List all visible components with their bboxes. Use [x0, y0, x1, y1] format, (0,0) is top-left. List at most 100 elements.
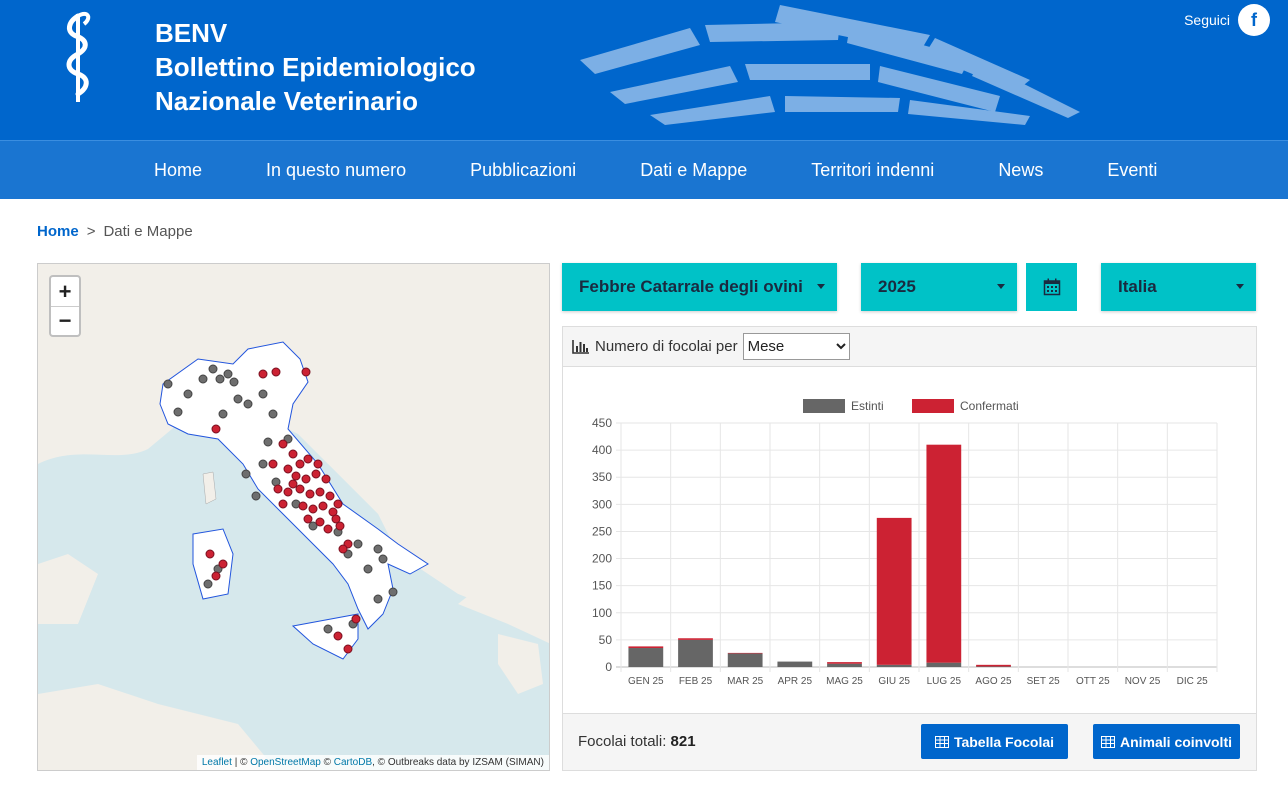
x-tick-label: OTT 25	[1076, 676, 1110, 687]
nav-item-home[interactable]: Home	[154, 160, 202, 181]
x-tick-label: APR 25	[778, 676, 813, 687]
chevron-down-icon	[817, 284, 825, 289]
y-tick-label: 0	[605, 660, 612, 674]
x-tick-label: LUG 25	[927, 676, 962, 687]
map-canvas	[38, 264, 549, 770]
site-title[interactable]: BENV Bollettino Epidemiologico Nazionale…	[155, 16, 476, 118]
animals-involved-label: Animali coinvolti	[1119, 733, 1232, 750]
y-tick-label: 400	[592, 443, 612, 457]
site-title-line1: BENV	[155, 18, 228, 48]
table-outbreaks-label: Tabella Focolai	[953, 733, 1055, 750]
nav-item-in-questo-numero[interactable]: In questo numero	[266, 160, 406, 181]
zoom-in-button[interactable]: +	[51, 277, 79, 306]
attribution-rest: , © Outbreaks data by IZSAM (SIMAN)	[372, 757, 544, 768]
x-tick-label: GEN 25	[628, 676, 664, 687]
animals-involved-button[interactable]: Animali coinvolti	[1093, 724, 1240, 759]
bar-estinti	[727, 653, 763, 667]
bar-confermati	[678, 638, 713, 640]
x-tick-label: FEB 25	[679, 676, 713, 687]
y-tick-label: 450	[592, 416, 612, 430]
outbreaks-bar-chart: 0 50 100 150 200 250 300 350 400 450 GEN 25 FEB 25 M…	[592, 399, 1218, 687]
bar-confermati	[827, 662, 862, 664]
bar-confermati	[876, 517, 912, 665]
parliament-decor-icon	[580, 5, 1080, 125]
bar-estinti	[678, 639, 713, 667]
bar-estinti	[777, 661, 813, 667]
site-header: BENV Bollettino Epidemiologico Nazionale…	[0, 0, 1288, 140]
map-zoom-control: + −	[49, 275, 81, 337]
nav-item-dati-e-mappe[interactable]: Dati e Mappe	[640, 160, 747, 181]
nav-item-news[interactable]: News	[998, 160, 1043, 181]
leaflet-link[interactable]: Leaflet	[202, 757, 232, 768]
totals-value: 821	[670, 733, 696, 750]
nav-item-pubblicazioni[interactable]: Pubblicazioni	[470, 160, 576, 181]
carto-link[interactable]: CartoDB	[334, 757, 372, 768]
legend-swatch	[803, 399, 845, 413]
social-follow: Seguici f	[1184, 4, 1270, 36]
bar-confermati	[727, 652, 763, 654]
totals: Focolai totali: 821	[578, 733, 696, 750]
attribution-copy: ©	[323, 757, 331, 768]
bar-chart-icon	[572, 340, 589, 354]
bar-estinti	[827, 663, 862, 667]
table-icon	[934, 735, 949, 748]
bar-estinti	[628, 648, 664, 667]
site-title-line3: Nazionale Veterinario	[155, 86, 418, 116]
nav-item-territori-indenni[interactable]: Territori indenni	[811, 160, 934, 181]
bar-estinti	[876, 664, 912, 667]
x-tick-label: MAR 25	[727, 676, 764, 687]
chart-panel-footer: Focolai totali: 821 Tabella Focolai Anim…	[563, 713, 1256, 770]
attribution-sep: | ©	[234, 757, 248, 768]
x-tick-label: GIU 25	[878, 676, 910, 687]
site-title-line2: Bollettino Epidemiologico	[155, 52, 476, 82]
caduceus-logo-icon[interactable]	[58, 10, 98, 106]
year-select[interactable]: 2025	[861, 263, 1017, 311]
zoom-out-button[interactable]: −	[51, 306, 79, 335]
x-tick-label: AGO 25	[975, 676, 1012, 687]
social-label: Seguici	[1184, 12, 1230, 28]
table-outbreaks-button[interactable]: Tabella Focolai	[921, 724, 1068, 759]
facebook-icon[interactable]: f	[1238, 4, 1270, 36]
x-tick-label: MAG 25	[826, 676, 863, 687]
osm-link[interactable]: OpenStreetMap	[250, 757, 321, 768]
bar-confermati	[628, 646, 664, 649]
y-tick-label: 100	[592, 606, 612, 620]
chevron-down-icon	[997, 284, 1005, 289]
calendar-button[interactable]	[1026, 263, 1077, 311]
bar-confermati	[926, 444, 962, 663]
bar-estinti	[976, 666, 1011, 667]
breadcrumb: Home > Dati e Mappe	[37, 223, 193, 240]
main-nav: Home In questo numero Pubblicazioni Dati…	[0, 140, 1288, 199]
breadcrumb-current: Dati e Mappe	[103, 223, 193, 240]
y-tick-label: 50	[599, 633, 613, 647]
area-select[interactable]: Italia	[1101, 263, 1256, 311]
y-tick-label: 250	[592, 524, 612, 538]
breadcrumb-home-link[interactable]: Home	[37, 223, 79, 240]
legend-label: Confermati	[960, 399, 1019, 413]
map-attribution: Leaflet | © OpenStreetMap © CartoDB, © O…	[196, 755, 549, 770]
table-icon	[1100, 735, 1115, 748]
chart-panel-header: Numero di focolai per Mese	[563, 327, 1256, 367]
legend-swatch	[912, 399, 954, 413]
y-tick-label: 350	[592, 470, 612, 484]
nav-item-eventi[interactable]: Eventi	[1107, 160, 1157, 181]
bar-confermati	[976, 664, 1011, 667]
chevron-down-icon	[1236, 284, 1244, 289]
x-tick-label: NOV 25	[1125, 676, 1161, 687]
x-tick-label: DIC 25	[1177, 676, 1209, 687]
disease-select[interactable]: Febbre Catarrale degli ovini (BT)	[562, 263, 837, 311]
year-select-value: 2025	[878, 277, 916, 296]
period-select[interactable]: Mese	[742, 333, 850, 360]
totals-label: Focolai totali:	[578, 733, 667, 750]
chart-panel-label: Numero di focolai per	[595, 338, 738, 355]
outbreak-map[interactable]: + − Leaflet | © OpenStreetMap © CartoDB,…	[37, 263, 550, 771]
area-select-value: Italia	[1118, 277, 1157, 296]
disease-select-value: Febbre Catarrale degli ovini (BT)	[579, 277, 807, 296]
y-tick-label: 150	[592, 579, 612, 593]
breadcrumb-separator: >	[86, 223, 96, 240]
calendar-icon	[1043, 278, 1060, 296]
y-tick-label: 200	[592, 552, 612, 566]
bar-estinti	[926, 662, 962, 667]
x-tick-label: SET 25	[1027, 676, 1061, 687]
legend-label: Estinti	[851, 399, 884, 413]
